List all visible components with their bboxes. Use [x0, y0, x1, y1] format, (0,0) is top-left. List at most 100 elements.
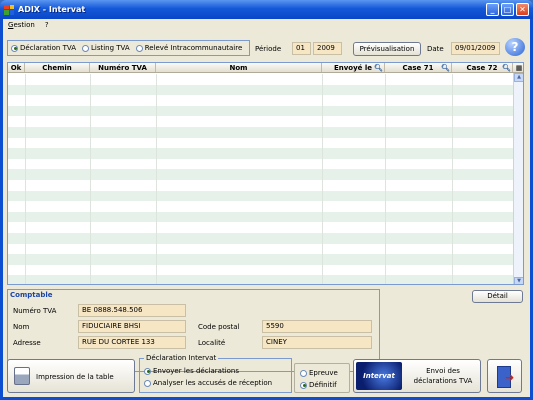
nom-label: Nom: [13, 323, 30, 331]
mode-group: Epreuve Définitif: [294, 363, 350, 393]
column-divider: [90, 74, 91, 284]
detail-button[interactable]: Détail: [472, 290, 523, 303]
table-row[interactable]: [8, 95, 513, 106]
printer-icon: [14, 367, 30, 385]
send-label-line-2: déclarations TVA: [413, 377, 473, 385]
radio-declaration-tva[interactable]: Déclaration TVA: [11, 44, 76, 52]
table-body: [8, 74, 513, 284]
minimize-icon[interactable]: _: [486, 3, 499, 16]
radio-dot[interactable]: [11, 44, 18, 52]
table-row[interactable]: [8, 190, 513, 202]
table-row[interactable]: [8, 105, 513, 117]
table-row[interactable]: [8, 148, 513, 159]
periode-label: Période: [255, 45, 282, 53]
comptable-legend: Comptable: [10, 291, 53, 299]
table-row[interactable]: [8, 179, 513, 191]
search-icon[interactable]: 🔍︎: [374, 63, 383, 73]
column-picker-icon[interactable]: ▦: [513, 63, 523, 72]
intervat-logo: Intervat: [356, 362, 402, 390]
radio-dot[interactable]: [135, 44, 143, 52]
menu-help[interactable]: ?: [45, 21, 49, 29]
help-icon[interactable]: ?: [505, 38, 525, 56]
numero-tva-label: Numéro TVA: [13, 307, 57, 315]
menu-gestion[interactable]: Gestion: [8, 21, 35, 29]
col-ok[interactable]: Ok: [8, 63, 25, 72]
exit-button[interactable]: ➜: [487, 359, 522, 393]
table-row[interactable]: [8, 201, 513, 212]
table-row[interactable]: [8, 275, 513, 284]
radio-dot[interactable]: [144, 367, 151, 375]
declaration-intervat-group: Déclaration Intervat Envoyer les déclara…: [139, 354, 292, 393]
radio-label: Listing TVA: [91, 44, 130, 52]
adresse-field[interactable]: RUE DU CORTEE 133: [78, 336, 186, 349]
radio-dot[interactable]: [300, 381, 307, 389]
numero-tva-field[interactable]: BE 0888.548.506: [78, 304, 186, 317]
radio-label: Epreuve: [309, 369, 338, 377]
code-postal-field[interactable]: 5590: [262, 320, 372, 333]
table-row[interactable]: [8, 264, 513, 276]
radio-analyser[interactable]: Analyser les accusés de réception: [144, 379, 272, 387]
periode-month-input[interactable]: 01: [292, 42, 311, 55]
column-divider: [322, 74, 323, 284]
radio-releve-intracom[interactable]: Relevé Intracommunautaire: [135, 44, 243, 52]
vertical-scrollbar[interactable]: ▲ ▼: [513, 73, 523, 284]
exit-arrow-icon: ➜: [505, 371, 515, 384]
table-row[interactable]: [8, 74, 513, 85]
col-envoye-le[interactable]: Envoyé le 🔍︎: [322, 63, 385, 72]
col-chemin[interactable]: Chemin: [25, 63, 90, 72]
column-divider: [156, 74, 157, 284]
col-envoye-le-label: Envoyé le: [333, 64, 373, 72]
table-row[interactable]: [8, 137, 513, 149]
column-divider: [452, 74, 453, 284]
send-label: Envoi des déclarations TVA: [408, 366, 478, 386]
nom-field[interactable]: FIDUCIAIRE BHSI: [78, 320, 186, 333]
scroll-up-icon[interactable]: ▲: [514, 73, 523, 82]
table-row[interactable]: [8, 211, 513, 223]
search-icon[interactable]: 🔍︎: [441, 63, 450, 73]
date-label: Date: [427, 45, 444, 53]
window-title: ADIX - Intervat: [18, 5, 86, 14]
radio-dot[interactable]: [300, 369, 307, 377]
col-nom[interactable]: Nom: [156, 63, 322, 72]
table-row[interactable]: [8, 84, 513, 96]
search-icon[interactable]: 🔍︎: [502, 63, 511, 73]
col-case-72-label: Case 72: [466, 64, 498, 72]
radio-label: Envoyer les déclarations: [153, 367, 240, 375]
preview-button[interactable]: Prévisualisation: [353, 42, 421, 56]
col-case-71-label: Case 71: [402, 64, 434, 72]
print-label: Impression de la table: [36, 373, 114, 381]
table-row[interactable]: [8, 158, 513, 170]
table-row[interactable]: [8, 243, 513, 255]
table-row[interactable]: [8, 116, 513, 127]
client-area: Gestion ? Déclaration TVA Listing TVA Re…: [3, 19, 530, 397]
radio-dot[interactable]: [144, 379, 151, 387]
app-icon: [4, 4, 14, 15]
app-window: ADIX - Intervat _ □ ✕ Gestion ? Déclarat…: [0, 0, 533, 400]
radio-epreuve[interactable]: Epreuve: [300, 369, 338, 377]
periode-year-input[interactable]: 2009: [313, 42, 342, 55]
radio-definitif[interactable]: Définitif: [300, 381, 337, 389]
close-icon[interactable]: ✕: [516, 3, 529, 16]
table-row[interactable]: [8, 232, 513, 244]
title-bar[interactable]: ADIX - Intervat _ □ ✕: [0, 0, 533, 19]
date-input[interactable]: 09/01/2009: [451, 42, 500, 55]
radio-dot[interactable]: [82, 44, 89, 52]
radio-envoyer[interactable]: Envoyer les déclarations: [144, 367, 239, 375]
col-case-72[interactable]: Case 72 🔍︎: [452, 63, 513, 72]
table-row[interactable]: [8, 254, 513, 265]
send-declarations-button[interactable]: Intervat Envoi des déclarations TVA: [353, 359, 481, 393]
table-row[interactable]: [8, 126, 513, 138]
declaration-legend: Déclaration Intervat: [144, 354, 219, 362]
scroll-down-icon[interactable]: ▼: [514, 277, 523, 284]
table-row[interactable]: [8, 222, 513, 233]
radio-label: Analyser les accusés de réception: [153, 379, 273, 387]
declarations-table[interactable]: Ok Chemin Numéro TVA Nom Envoyé le 🔍︎ Cas…: [7, 62, 524, 285]
localite-field[interactable]: CINEY: [262, 336, 372, 349]
table-row[interactable]: [8, 169, 513, 180]
col-case-71[interactable]: Case 71 🔍︎: [385, 63, 452, 72]
print-table-button[interactable]: Impression de la table: [7, 359, 135, 393]
maximize-icon[interactable]: □: [501, 3, 514, 16]
radio-label: Relevé Intracommunautaire: [144, 44, 243, 52]
col-numero-tva[interactable]: Numéro TVA: [90, 63, 156, 72]
radio-listing-tva[interactable]: Listing TVA: [82, 44, 130, 52]
